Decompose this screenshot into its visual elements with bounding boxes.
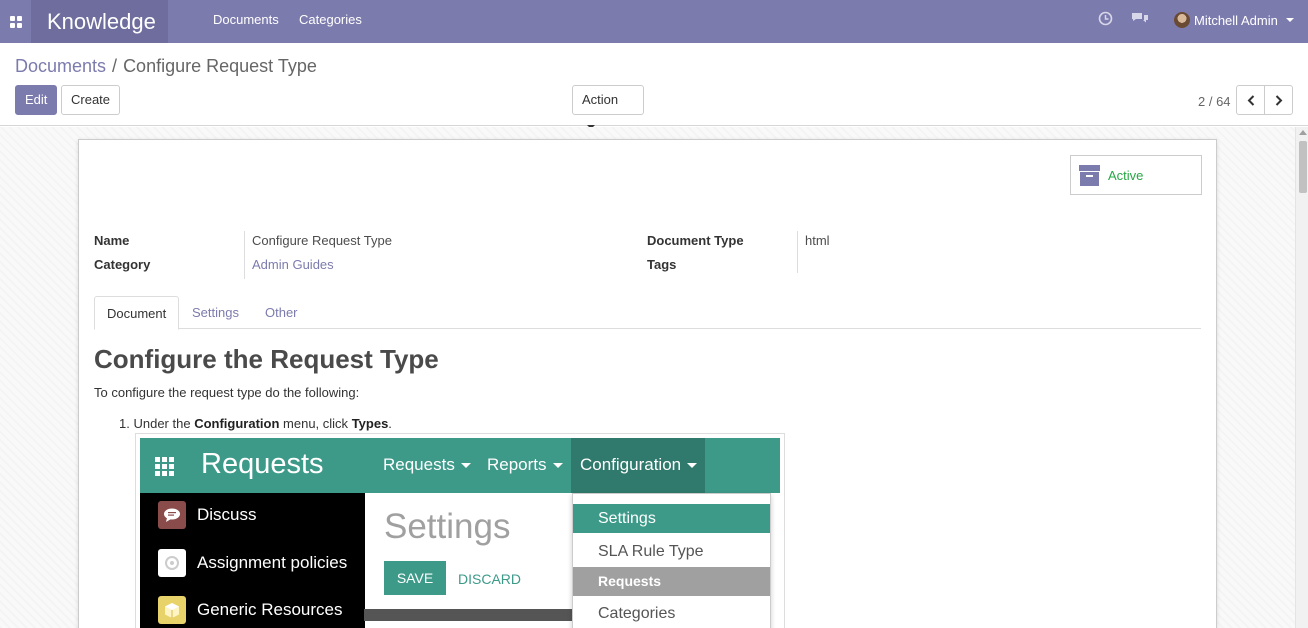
- active-status-label: Active: [1108, 167, 1144, 183]
- pager-previous-button[interactable]: [1236, 85, 1265, 115]
- step-number: 1.: [119, 416, 130, 431]
- screenshot-configuration-dropdown: Settings SLA Rule Type Requests Categori…: [572, 493, 771, 628]
- box-icon: [158, 596, 186, 624]
- top-navbar: Knowledge Documents Categories Mitchell …: [0, 0, 1308, 43]
- screenshot-strip: [364, 609, 572, 621]
- screenshot-navbar: Requests Requests Reports Configuration: [140, 438, 780, 493]
- menu-documents[interactable]: Documents: [213, 0, 279, 43]
- discuss-icon: [158, 501, 186, 529]
- step-text: Under the: [133, 416, 191, 431]
- action-dropdown[interactable]: Action: [572, 85, 644, 130]
- action-label: Action: [582, 92, 619, 107]
- scroll-up-icon[interactable]: [1299, 130, 1307, 135]
- category-label: Category: [94, 257, 151, 272]
- archive-icon: [1079, 164, 1100, 186]
- create-button[interactable]: Create: [61, 85, 121, 115]
- screenshot-dropdown-sla-rule-type: SLA Rule Type: [598, 543, 704, 560]
- screenshot-menu-requests: Requests: [383, 455, 471, 475]
- screenshot-save-button: SAVE: [384, 561, 446, 595]
- document-step-1: 1. Under the Configuration menu, click T…: [119, 416, 392, 431]
- pager-value: 2 / 64: [1198, 94, 1231, 109]
- name-value: Configure Request Type: [252, 233, 392, 248]
- screenshot-menu-configuration: Configuration: [580, 455, 698, 475]
- chevron-right-icon: [1275, 94, 1282, 106]
- control-panel: Documents / Configure Request Type Edit Cr…: [0, 43, 1308, 130]
- vertical-scrollbar[interactable]: [1295, 127, 1308, 628]
- user-name: Mitchell Admin: [1194, 12, 1278, 28]
- step-target: Types: [351, 416, 389, 431]
- assignment-policies-icon: [158, 549, 186, 577]
- form-sheet: Active Name Configure Request Type Categ…: [78, 139, 1217, 628]
- screenshot-settings-title: Settings: [384, 507, 511, 546]
- menu-categories[interactable]: Categories: [299, 0, 362, 43]
- field-divider: [244, 231, 245, 279]
- app-grid-icon: [9, 15, 22, 28]
- apps-menu-button[interactable]: [0, 0, 31, 43]
- chevron-left-icon: [1247, 94, 1254, 106]
- document-type-value: html: [805, 233, 830, 248]
- chevron-down-icon: [1285, 18, 1294, 22]
- screenshot-dropdown-settings: Settings: [573, 504, 770, 533]
- document-title: Configure the Request Type: [94, 344, 439, 374]
- app-grid-icon: [155, 457, 174, 476]
- screenshot-app-discuss: Discuss: [158, 500, 257, 530]
- active-toggle-button[interactable]: Active: [1070, 155, 1202, 195]
- screenshot-app-assignment-policies: Assignment policies: [158, 548, 347, 578]
- screenshot-app-sidebar: Discuss Assignment policies Generic Reso…: [140, 493, 365, 628]
- document-type-label: Document Type: [647, 233, 744, 248]
- user-menu[interactable]: Mitchell Admin: [1174, 10, 1294, 30]
- tab-other[interactable]: Other: [253, 296, 310, 329]
- name-label: Name: [94, 233, 130, 248]
- step-text: menu, click: [283, 416, 349, 431]
- step-text: .: [388, 416, 392, 431]
- breadcrumb-current: Configure Request Type: [123, 56, 317, 76]
- screenshot-menu-reports: Reports: [487, 455, 563, 475]
- field-divider: [797, 231, 798, 273]
- activity-clock-icon[interactable]: [1098, 11, 1113, 29]
- tab-document[interactable]: Document: [94, 296, 180, 330]
- user-avatar: [1174, 12, 1190, 28]
- pager-next-button[interactable]: [1264, 85, 1293, 115]
- screenshot-app-name: Requests: [201, 448, 324, 480]
- screenshot-dropdown-requests-header: Requests: [573, 567, 770, 596]
- messages-icon[interactable]: [1131, 11, 1149, 29]
- screenshot-discard-button: DISCARD: [458, 571, 522, 587]
- edit-button[interactable]: Edit: [15, 85, 58, 115]
- form-view: Active Name Configure Request Type Categ…: [0, 127, 1308, 628]
- scroll-thumb[interactable]: [1299, 141, 1307, 193]
- app-brand[interactable]: Knowledge: [31, 0, 168, 43]
- step-menu-name: Configuration: [194, 416, 280, 431]
- screenshot-app-generic-resources: Generic Resources: [158, 595, 343, 625]
- category-value[interactable]: Admin Guides: [252, 257, 334, 272]
- tab-settings[interactable]: Settings: [180, 296, 251, 329]
- screenshot-dropdown-categories: Categories: [598, 605, 676, 622]
- notebook-tabs: Document Settings Other: [94, 296, 1201, 330]
- breadcrumb-separator: /: [112, 56, 118, 76]
- embedded-screenshot: Requests Requests Reports Configuration …: [135, 433, 785, 628]
- breadcrumb: Documents / Configure Request Type: [15, 56, 317, 77]
- tags-label: Tags: [647, 257, 677, 272]
- document-intro: To configure the request type do the fol…: [94, 385, 360, 400]
- breadcrumb-documents[interactable]: Documents: [15, 56, 106, 76]
